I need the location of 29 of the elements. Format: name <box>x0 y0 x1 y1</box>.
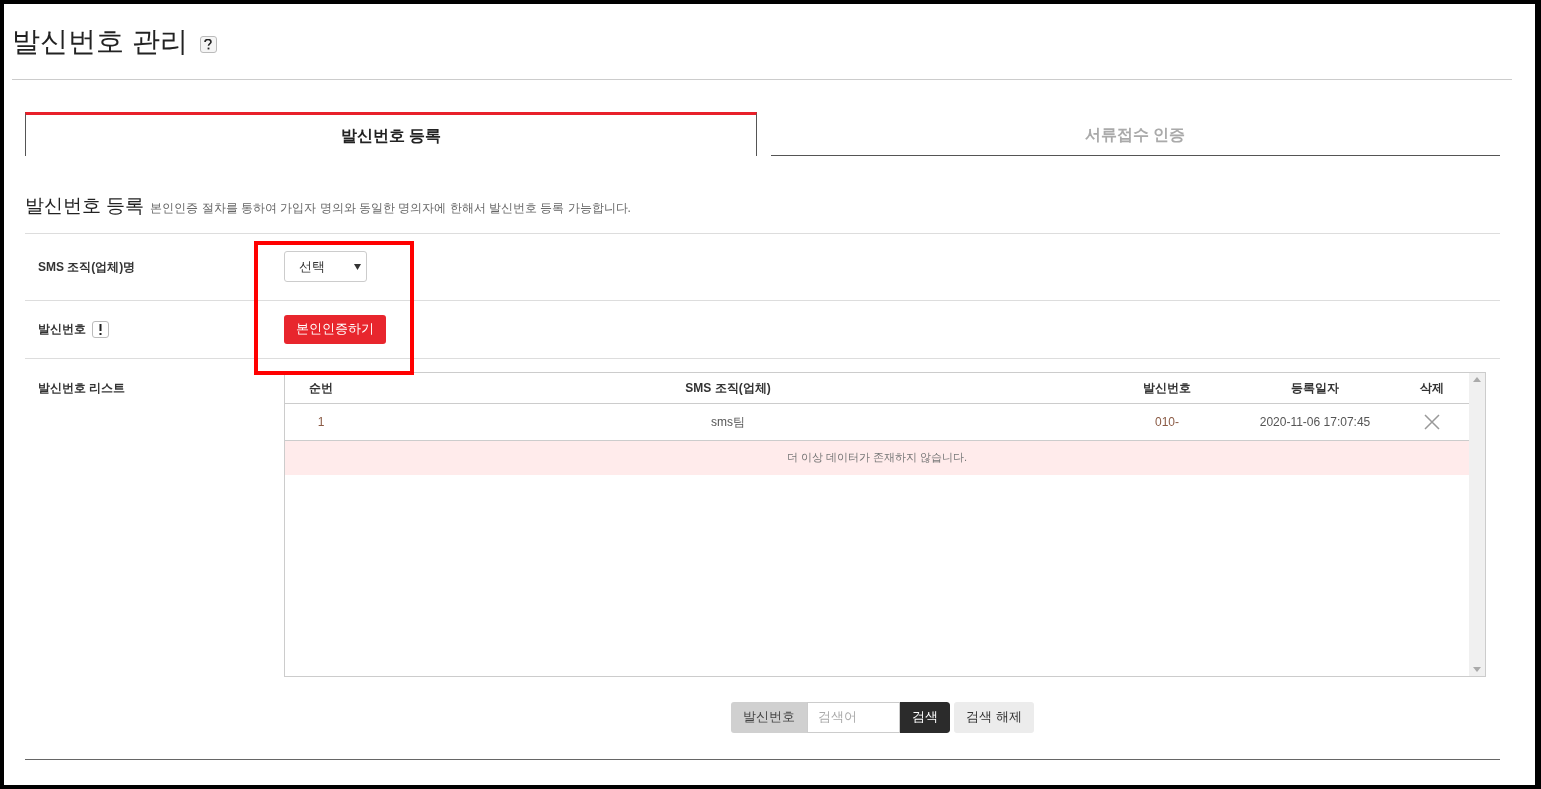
scroll-up-icon[interactable] <box>1473 376 1481 382</box>
column-header: 등록일자 <box>1290 379 1340 397</box>
empty-message-row: 더 이상 데이터가 존재하지 않습니다. <box>285 440 1469 475</box>
field-label: SMS 조직(업체)명 <box>38 258 136 276</box>
help-icon[interactable] <box>199 36 217 53</box>
table-cell-text: 1 <box>316 413 326 431</box>
search-input[interactable]: 검색어 <box>807 701 901 733</box>
column-header: 발신번호 <box>1142 379 1192 397</box>
table-cell-text: sms팀 <box>710 413 746 431</box>
column-header: 순번 <box>308 379 334 397</box>
verify-identity-button[interactable]: 본인인증하기 <box>284 314 386 344</box>
dropdown-caret-icon <box>354 263 361 270</box>
page-title: 발신번호 관리 <box>12 24 188 59</box>
table-cell-text: 2020-11-06 17:07:45 <box>1258 413 1372 431</box>
search-category-label: 발신번호 <box>731 701 808 733</box>
info-icon[interactable] <box>92 320 109 338</box>
organization-select[interactable]: 선택 <box>284 251 367 282</box>
field-label: 발신번호 리스트 <box>38 379 126 397</box>
field-label: 발신번호 <box>38 321 86 338</box>
search-button[interactable]: 검색 <box>900 701 951 733</box>
column-header: 삭제 <box>1419 379 1445 397</box>
section-heading: 발신번호 등록 <box>25 194 145 218</box>
section-description: 본인인증 절차를 통하여 가입자 명의와 동일한 명의자에 한해서 발신번호 등록 가능합니다. <box>150 200 631 217</box>
column-header: SMS 조직(업체) <box>684 379 772 397</box>
table-cell-text: 010- <box>1154 413 1180 431</box>
delete-icon[interactable] <box>1424 413 1440 430</box>
tab[interactable]: 발신번호 등록 <box>25 112 757 156</box>
reset-search-button[interactable]: 검색 해제 <box>954 701 1034 733</box>
scroll-down-icon[interactable] <box>1473 666 1481 672</box>
